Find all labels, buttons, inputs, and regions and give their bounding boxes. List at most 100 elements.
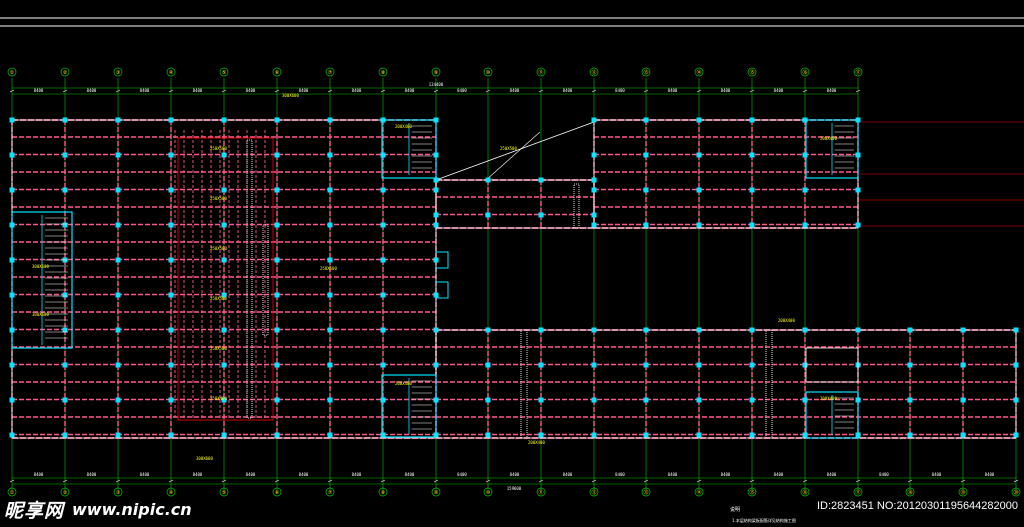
column (696, 187, 702, 193)
axis-grid: 8400 8400 8400 8400 8400 8400 8400 8400 8400 8400… (9, 78, 1019, 491)
stair-cores (11, 119, 859, 439)
dim-label-top: 8400 (87, 88, 97, 93)
beam-size-label: 250X500 (320, 266, 337, 271)
watermark-logo-text: 昵享网 (4, 499, 65, 522)
column (960, 327, 966, 333)
axis-label-bottom: ⑤ (222, 490, 227, 496)
column (62, 222, 68, 228)
column (115, 187, 121, 193)
hatched-strip (765, 329, 773, 439)
axis-label-bottom: ⑩ (486, 490, 491, 496)
column (643, 152, 649, 158)
column (749, 327, 755, 333)
column (485, 397, 491, 403)
axis-label-bottom: ⑪ (538, 489, 543, 496)
column (591, 117, 597, 123)
column (380, 397, 386, 403)
block-outline (593, 119, 859, 229)
axis-label-bottom: ⑲ (960, 489, 965, 496)
column (433, 362, 439, 368)
column (591, 152, 597, 158)
axis-label-top: ⑯ (802, 69, 807, 76)
column (327, 432, 333, 438)
column (802, 187, 808, 193)
block-outline (435, 179, 595, 229)
axis-label-top: ⑥ (275, 70, 280, 76)
dim-label-top: 8400 (140, 88, 150, 93)
column (327, 152, 333, 158)
column (485, 432, 491, 438)
diagonal-leader (485, 131, 541, 181)
column (168, 257, 174, 263)
column (643, 187, 649, 193)
axis-label-bottom: ⑥ (275, 490, 280, 496)
hatched-strip (246, 139, 253, 419)
column (538, 432, 544, 438)
block-outline (435, 329, 1017, 439)
dim-label-top: 8400 (352, 88, 362, 93)
axis-label-bottom: ⑧ (381, 490, 386, 496)
column (62, 152, 68, 158)
dim-label-top: 8400 (457, 88, 467, 93)
beam-size-label: 250X500 (210, 346, 227, 351)
atrium-outline (177, 137, 274, 421)
watermark-id: ID:2823451 NO:20120301195644282000 (816, 500, 1018, 512)
dim-label-top: 8400 (299, 88, 309, 93)
column (1013, 432, 1019, 438)
beam-size-label: 250X500 (500, 146, 517, 151)
column (274, 117, 280, 123)
column (274, 432, 280, 438)
axis-label-top: ④ (169, 70, 174, 76)
column (221, 117, 227, 123)
column (960, 432, 966, 438)
axis-label-top: ⑪ (538, 69, 543, 76)
dim-label-bottom: 8400 (879, 472, 889, 477)
column (9, 397, 15, 403)
column (327, 397, 333, 403)
column (485, 327, 491, 333)
column (62, 187, 68, 193)
column (591, 212, 597, 218)
dim-label-top: 8400 (721, 88, 731, 93)
dim-label-top: 8400 (246, 88, 256, 93)
column (696, 117, 702, 123)
column (327, 362, 333, 368)
column (380, 187, 386, 193)
column (221, 257, 227, 263)
column (749, 117, 755, 123)
axis-label-bottom: ⑭ (696, 489, 701, 496)
column (960, 362, 966, 368)
dim-label-bottom: 8400 (193, 472, 203, 477)
column (591, 222, 597, 228)
axis-label-bottom: ⑯ (802, 489, 807, 496)
axis-label-bottom: ⑱ (907, 489, 912, 496)
column (62, 117, 68, 123)
column (327, 222, 333, 228)
beam-size-label: 300X600 (32, 312, 49, 317)
column (907, 362, 913, 368)
column (9, 117, 15, 123)
column (591, 187, 597, 193)
column (643, 362, 649, 368)
dim-label-bottom: 8400 (721, 472, 731, 477)
dim-label-top: 8400 (563, 88, 573, 93)
diagonal-wall (435, 121, 595, 181)
column (696, 432, 702, 438)
column (433, 292, 439, 298)
column (168, 117, 174, 123)
column (802, 362, 808, 368)
column (538, 212, 544, 218)
column (433, 257, 439, 263)
axis-label-top: ⑦ (328, 70, 333, 76)
column (380, 152, 386, 158)
column (433, 327, 439, 333)
dim-label-bottom: 8400 (246, 472, 256, 477)
column (9, 187, 15, 193)
column (907, 432, 913, 438)
dim-label-bottom: 8400 (299, 472, 309, 477)
dim-label-bottom: 8400 (563, 472, 573, 477)
column (9, 362, 15, 368)
column (168, 362, 174, 368)
axis-label-bottom: ⑬ (643, 489, 648, 496)
column (168, 397, 174, 403)
